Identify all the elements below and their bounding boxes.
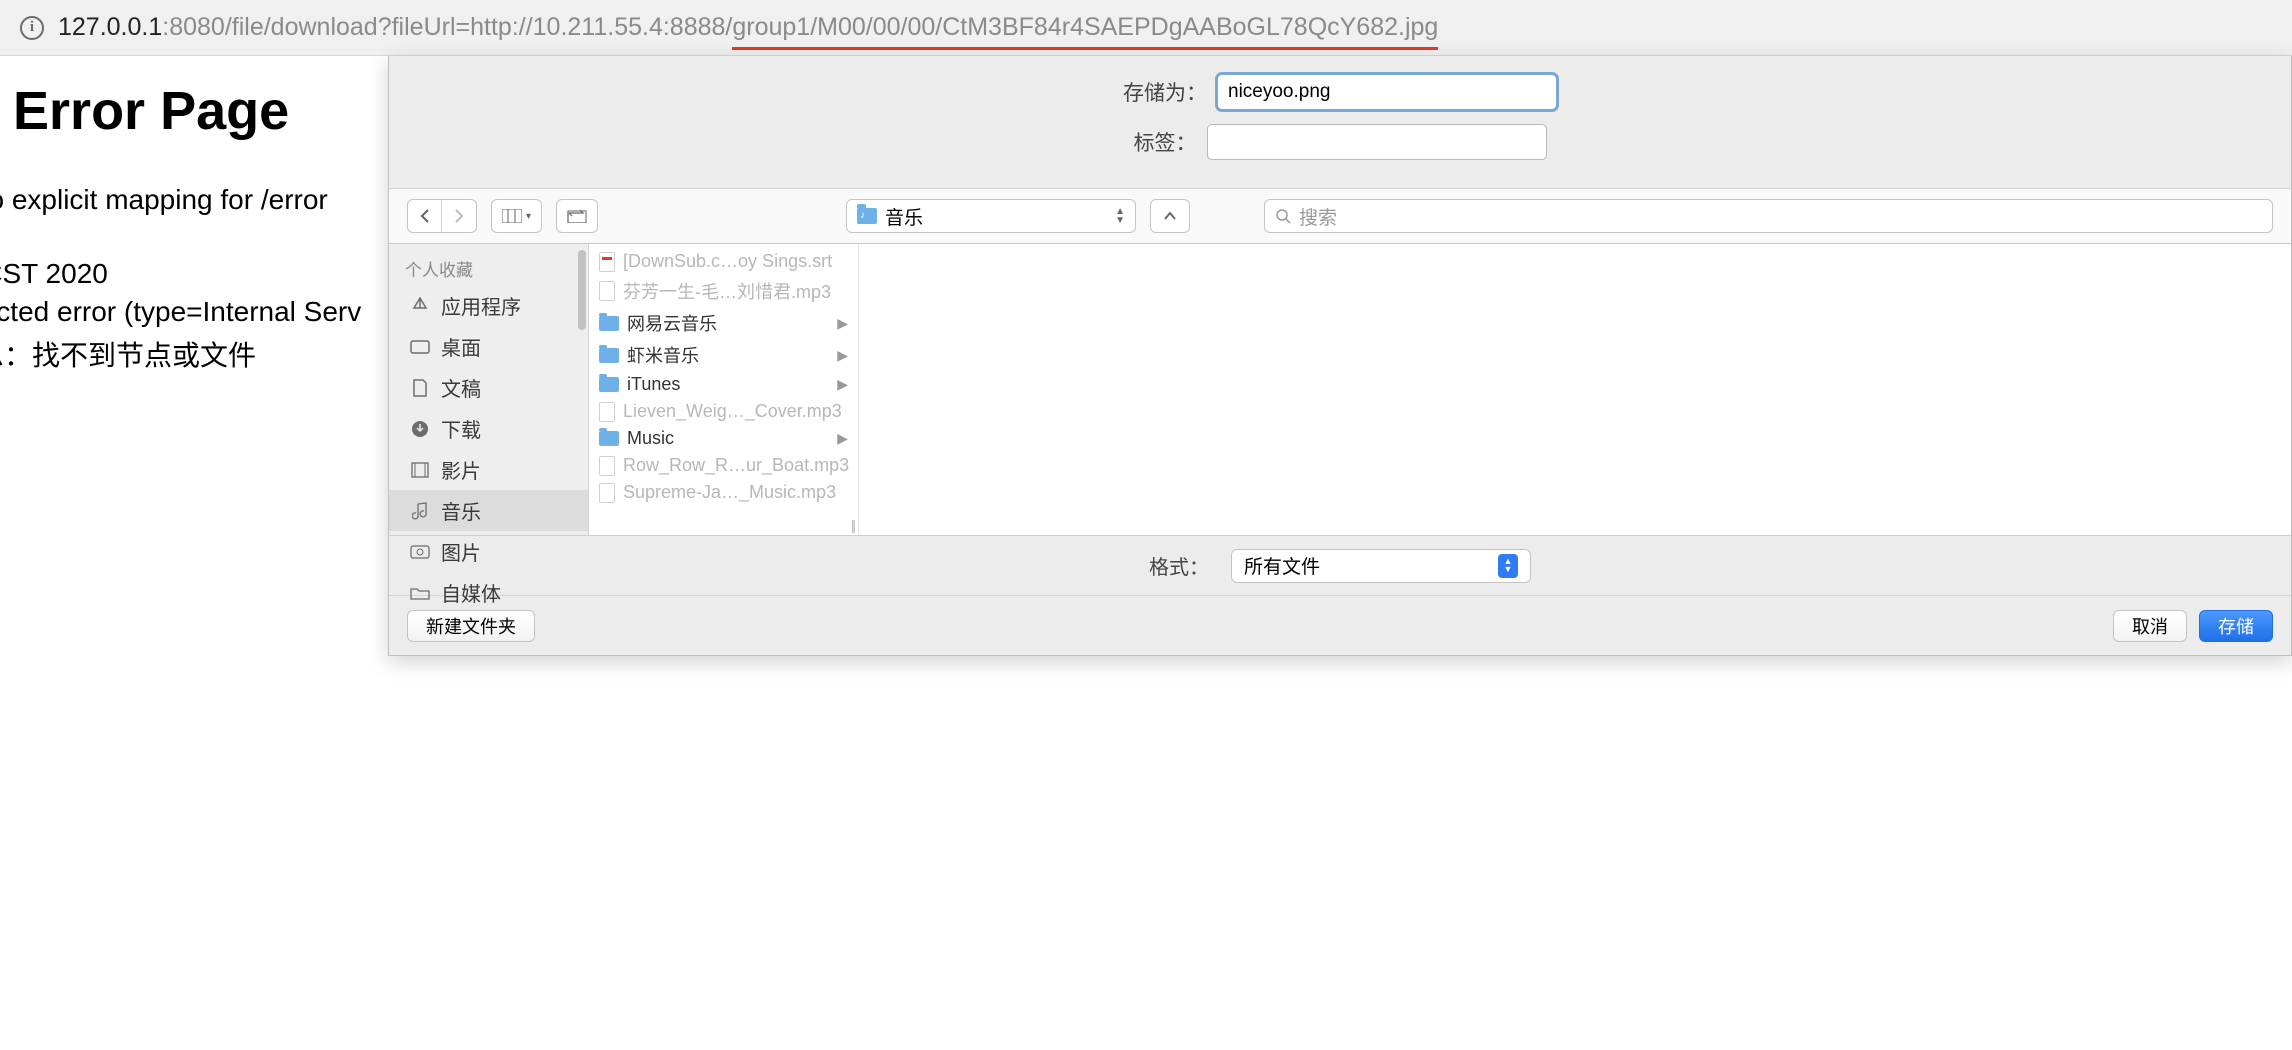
list-item[interactable]: Music▶ bbox=[589, 425, 858, 452]
url-host: 127.0.0.1 bbox=[58, 13, 162, 41]
new-folder-button[interactable]: 新建文件夹 bbox=[407, 610, 535, 642]
sidebar-item-pictures[interactable]: 图片 bbox=[389, 531, 588, 572]
documents-icon bbox=[409, 379, 431, 397]
sidebar-item-label: 音乐 bbox=[441, 496, 481, 525]
list-item[interactable]: 芬芳一生-毛…刘惜君.mp3 bbox=[589, 275, 858, 307]
desktop-icon bbox=[409, 338, 431, 356]
sidebar-item-movies[interactable]: 影片 bbox=[389, 449, 588, 490]
column-1: [DownSub.c…oy Sings.srt 芬芳一生-毛…刘惜君.mp3 网… bbox=[589, 244, 859, 535]
back-button[interactable] bbox=[408, 200, 442, 232]
dialog-body: 个人收藏 应用程序 桌面 文稿 下载 影片 音乐 图片 自媒体 [DownSub… bbox=[389, 244, 2291, 535]
save-dialog: 存储为： 标签： ▾ ♪ 音乐 ▲▼ 搜索 bbox=[388, 56, 2292, 656]
folder-icon bbox=[599, 316, 619, 331]
dialog-toolbar: ▾ ♪ 音乐 ▲▼ 搜索 bbox=[389, 188, 2291, 244]
list-item[interactable]: Lieven_Weig…_Cover.mp3 bbox=[589, 398, 858, 425]
mp3-file-icon bbox=[599, 483, 615, 503]
format-dropdown[interactable]: 所有文件 ▲▼ bbox=[1231, 549, 1531, 583]
save-as-label: 存储为： bbox=[1123, 77, 1207, 107]
dropdown-stepper-icon: ▲▼ bbox=[1498, 554, 1518, 578]
url-highlighted: group1/M00/00/00/CtM3BF84r4SAEPDgAABoGL7… bbox=[732, 13, 1438, 50]
search-icon bbox=[1275, 208, 1291, 224]
stepper-icon: ▲▼ bbox=[1115, 208, 1125, 225]
list-item[interactable]: 虾米音乐▶ bbox=[589, 339, 858, 371]
column-resize-handle[interactable]: || bbox=[851, 517, 854, 533]
location-dropdown[interactable]: ♪ 音乐 ▲▼ bbox=[846, 199, 1136, 233]
mp3-file-icon bbox=[599, 281, 615, 301]
nav-buttons bbox=[407, 199, 477, 233]
sidebar-item-label: 应用程序 bbox=[441, 291, 521, 320]
search-input[interactable]: 搜索 bbox=[1264, 199, 2273, 233]
dialog-footer: 新建文件夹 取消 存储 bbox=[389, 595, 2291, 655]
chevron-right-icon: ▶ bbox=[837, 315, 848, 332]
sidebar-item-apps[interactable]: 应用程序 bbox=[389, 285, 588, 326]
format-value: 所有文件 bbox=[1244, 552, 1320, 579]
movies-icon bbox=[409, 461, 431, 479]
chevron-right-icon: ▶ bbox=[837, 347, 848, 364]
format-row: 格式： 所有文件 ▲▼ bbox=[389, 535, 2291, 595]
sidebar-item-music[interactable]: 音乐 bbox=[389, 490, 588, 531]
music-icon bbox=[409, 502, 431, 520]
sidebar-item-label: 自媒体 bbox=[441, 578, 501, 607]
info-icon[interactable]: i bbox=[20, 16, 44, 40]
mp3-file-icon bbox=[599, 402, 615, 422]
folder-icon bbox=[599, 377, 619, 392]
folder-icon bbox=[409, 584, 431, 602]
sidebar-item-desktop[interactable]: 桌面 bbox=[389, 326, 588, 367]
apps-icon bbox=[409, 297, 431, 315]
sidebar-item-folder[interactable]: 自媒体 bbox=[389, 572, 588, 613]
chevron-down-icon: ▾ bbox=[526, 211, 531, 222]
url-text[interactable]: 127.0.0.1:8080/file/download?fileUrl=htt… bbox=[58, 13, 1438, 42]
sidebar-item-label: 下载 bbox=[441, 414, 481, 443]
list-item[interactable]: 网易云音乐▶ bbox=[589, 307, 858, 339]
sidebar-item-label: 文稿 bbox=[441, 373, 481, 402]
downloads-icon bbox=[409, 420, 431, 438]
list-item[interactable]: Row_Row_R…ur_Boat.mp3 bbox=[589, 452, 858, 479]
sidebar-item-label: 图片 bbox=[441, 537, 481, 566]
view-mode-button[interactable]: ▾ bbox=[491, 199, 542, 233]
list-item[interactable]: [DownSub.c…oy Sings.srt bbox=[589, 248, 858, 275]
sidebar: 个人收藏 应用程序 桌面 文稿 下载 影片 音乐 图片 自媒体 bbox=[389, 244, 589, 535]
forward-button[interactable] bbox=[442, 200, 476, 232]
pictures-icon bbox=[409, 543, 431, 561]
sidebar-item-label: 影片 bbox=[441, 455, 481, 484]
folder-icon bbox=[599, 348, 619, 363]
srt-file-icon bbox=[599, 252, 615, 272]
list-item[interactable]: iTunes▶ bbox=[589, 371, 858, 398]
chevron-right-icon: ▶ bbox=[837, 376, 848, 393]
search-placeholder: 搜索 bbox=[1299, 203, 1337, 230]
sidebar-item-downloads[interactable]: 下载 bbox=[389, 408, 588, 449]
column-2 bbox=[859, 244, 2291, 535]
folder-icon bbox=[599, 431, 619, 446]
save-button[interactable]: 存储 bbox=[2199, 610, 2273, 642]
sidebar-section-favorites: 个人收藏 bbox=[389, 252, 588, 285]
sidebar-item-label: 桌面 bbox=[441, 332, 481, 361]
url-path: :8080/file/download?fileUrl=http://10.21… bbox=[162, 13, 732, 41]
chevron-right-icon: ▶ bbox=[837, 430, 848, 447]
sidebar-scrollbar[interactable] bbox=[578, 250, 586, 330]
sidebar-item-documents[interactable]: 文稿 bbox=[389, 367, 588, 408]
cancel-button[interactable]: 取消 bbox=[2113, 610, 2187, 642]
mp3-file-icon bbox=[599, 456, 615, 476]
music-folder-icon: ♪ bbox=[857, 208, 877, 224]
tags-label: 标签： bbox=[1134, 127, 1197, 157]
collapse-button[interactable] bbox=[1150, 199, 1190, 233]
tags-input[interactable] bbox=[1207, 124, 1547, 160]
dialog-top: 存储为： 标签： bbox=[389, 56, 2291, 188]
save-as-input[interactable] bbox=[1217, 74, 1557, 110]
list-item[interactable]: Supreme-Ja…_Music.mp3 bbox=[589, 479, 858, 506]
arrange-button[interactable] bbox=[556, 199, 598, 233]
format-label: 格式： bbox=[1149, 551, 1209, 580]
location-label: 音乐 bbox=[885, 203, 923, 230]
address-bar: i 127.0.0.1:8080/file/download?fileUrl=h… bbox=[0, 0, 2292, 56]
